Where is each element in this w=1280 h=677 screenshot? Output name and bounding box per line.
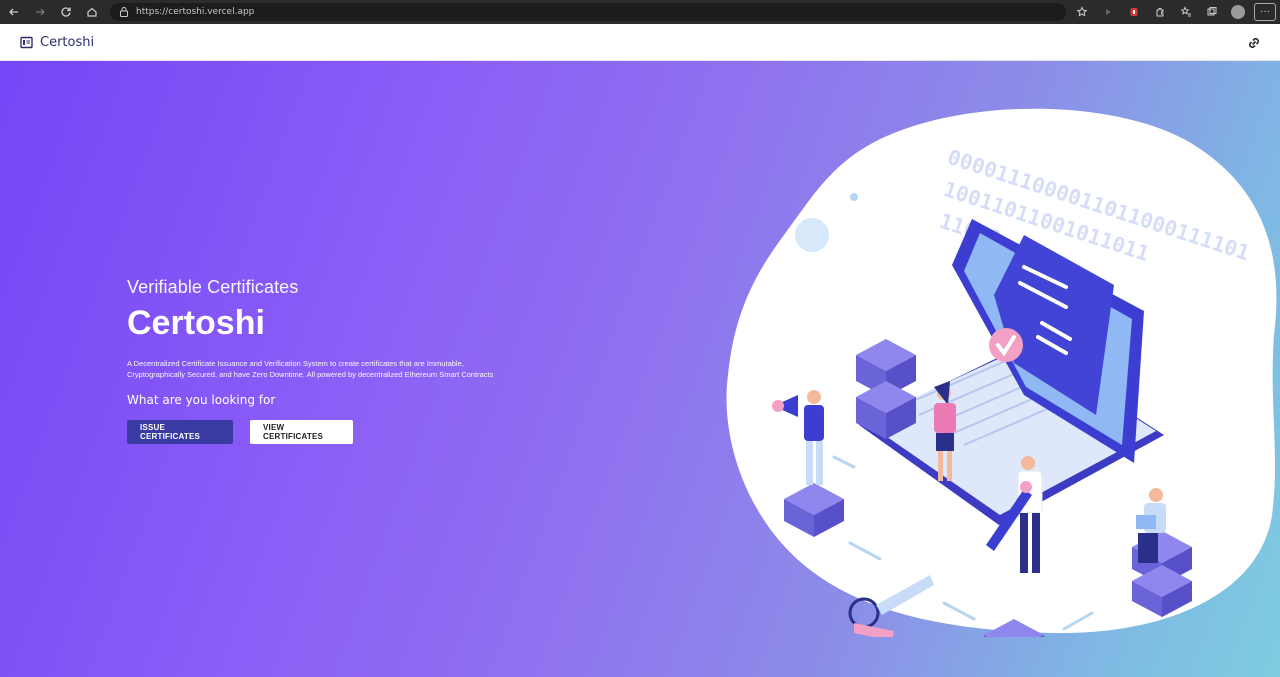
extensions-button[interactable] (1150, 2, 1170, 22)
forward-button[interactable] (30, 2, 50, 22)
browser-toolbar: https://certoshi.vercel.app ··· (0, 0, 1280, 24)
reload-button[interactable] (56, 2, 76, 22)
home-icon (87, 7, 97, 17)
certificate-seal (989, 328, 1023, 362)
collections-icon (1207, 7, 1217, 16)
hero-question: What are you looking for (127, 393, 276, 407)
app-header: Certoshi (0, 24, 1280, 61)
hero-section: Verifiable Certificates Certoshi A Decen… (0, 61, 1280, 677)
brand-name: Certoshi (40, 34, 95, 50)
lock-icon (120, 7, 128, 17)
certificate-laptop-illustration: 0000111000011011000111101 10011011001011… (726, 108, 1277, 637)
arrow-left-icon (9, 8, 18, 16)
certificate-icon (20, 36, 33, 48)
hero-title: Certoshi (127, 304, 265, 342)
profile-button[interactable] (1228, 2, 1248, 22)
hero-text: Verifiable Certificates Certoshi A Decen… (127, 277, 527, 444)
extension-button[interactable] (1124, 2, 1144, 22)
collections-button[interactable] (1202, 2, 1222, 22)
avatar (1231, 5, 1245, 19)
home-button[interactable] (82, 2, 102, 22)
hero-description: A Decentralized Certificate Issuance and… (127, 359, 494, 379)
star-plus-icon (1076, 6, 1088, 17)
back-button[interactable] (4, 2, 24, 22)
address-bar[interactable]: https://certoshi.vercel.app (110, 3, 1066, 21)
brand[interactable]: Certoshi (20, 35, 94, 50)
issue-certificates-button[interactable]: ISSUE CERTIFICATES (127, 420, 233, 444)
url-text: https://certoshi.vercel.app (136, 7, 255, 17)
star-list-icon (1180, 6, 1191, 17)
play-icon (1106, 9, 1111, 15)
hero-actions: ISSUE CERTIFICATES VIEW CERTIFICATES (127, 420, 527, 444)
view-certificates-button[interactable]: VIEW CERTIFICATES (250, 420, 353, 444)
more-menu-button[interactable]: ··· (1254, 3, 1276, 21)
decor-circle-large (795, 218, 829, 252)
arrow-right-icon (36, 8, 45, 16)
browser-actions: ··· (1072, 2, 1276, 22)
hero-subtitle: Verifiable Certificates (127, 277, 299, 297)
favorites-button[interactable] (1176, 2, 1196, 22)
reload-icon (61, 7, 71, 17)
favorite-add-button[interactable] (1072, 2, 1092, 22)
decor-circle-small (850, 193, 858, 201)
puzzle-icon (1156, 8, 1164, 17)
shield-red-icon (1130, 8, 1138, 16)
link-icon[interactable] (1246, 35, 1262, 51)
play-button[interactable] (1098, 2, 1118, 22)
